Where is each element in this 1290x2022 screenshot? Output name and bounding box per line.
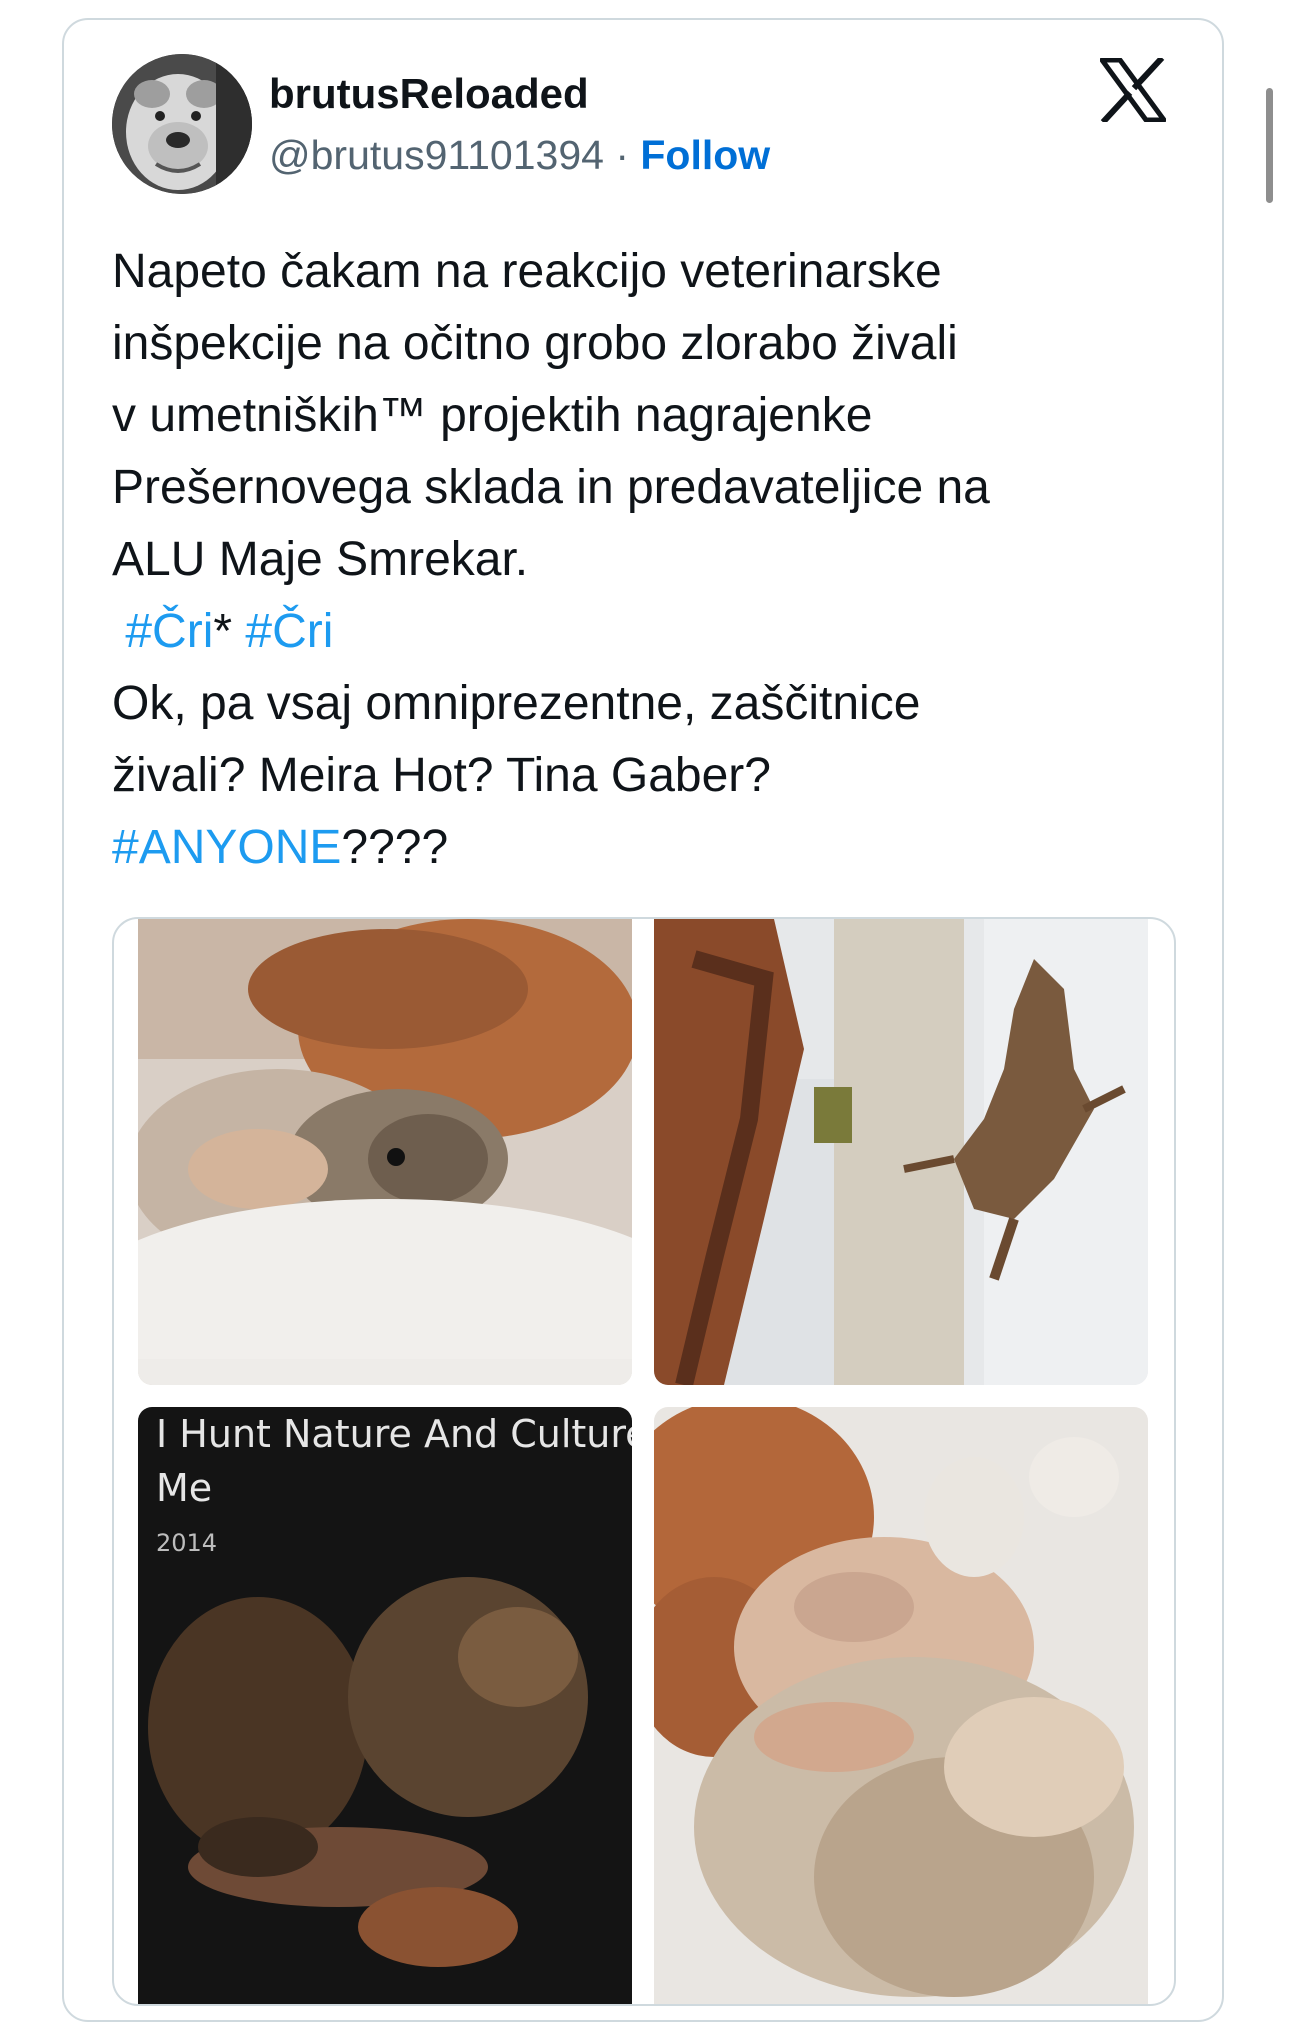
photo-2-image [654, 919, 1148, 1385]
photo-woman-with-dog-paws[interactable] [654, 1407, 1148, 2004]
hashtag-anyone-line: #ANYONE???? [112, 812, 1192, 884]
user-avatar[interactable] [112, 54, 252, 194]
user-handle-row: @brutus91101394 · Follow [269, 132, 770, 179]
photo-i-hunt-nature-and-culture[interactable]: I Hunt Nature And Culture f Me 2014 [138, 1407, 632, 2004]
tweet-line: ALU Maje Smrekar. [112, 533, 529, 586]
hashtag-cri-2[interactable]: #Čri [245, 605, 333, 658]
tweet-line: Prešernovega sklada in predavateljice na [112, 461, 990, 514]
photo-4-image [654, 1407, 1148, 2004]
tweet-line: inšpekcije na očitno grobo zlorabo žival… [112, 317, 958, 370]
photo-3-year: 2014 [156, 1529, 218, 1557]
user-handle[interactable]: @brutus91101394 [269, 132, 604, 178]
scrollbar[interactable] [1266, 88, 1273, 203]
media-grid: I Hunt Nature And Culture f Me 2014 [112, 917, 1176, 2006]
x-logo-icon[interactable] [1099, 55, 1167, 125]
hashtag-anyone-suffix: ???? [341, 821, 449, 874]
hashtag-anyone[interactable]: #ANYONE [112, 821, 341, 874]
hashtag-separator: * [213, 605, 246, 658]
photo-woman-cuddling-dog[interactable] [138, 919, 632, 1385]
photo-3-title: I Hunt Nature And Culture f Me [156, 1407, 632, 1515]
photo-3-title-line2: Me [156, 1466, 213, 1510]
hashtag-cri-1[interactable]: #Čri [125, 605, 213, 658]
tweet-line: živali? Meira Hot? Tina Gaber? [112, 749, 771, 802]
tweet-line: v umetniških™ projektih nagrajenke [112, 389, 873, 442]
hashtag-line: #Čri* #Čri [112, 596, 1192, 668]
photo-dog-jumping[interactable] [654, 919, 1148, 1385]
user-display-name[interactable]: brutusReloaded [269, 70, 589, 118]
bulldog-avatar-image [112, 54, 252, 194]
photo-3-title-line1: I Hunt Nature And Culture f [156, 1412, 632, 1456]
follow-button[interactable]: Follow [640, 132, 770, 178]
photo-1-image [138, 919, 632, 1385]
handle-separator: · [603, 132, 641, 178]
tweet-line: Ok, pa vsaj omniprezentne, zaščitnice [112, 677, 921, 730]
tweet-line: Napeto čakam na reakcijo veterinarske [112, 245, 942, 298]
tweet-text: Napeto čakam na reakcijo veterinarske in… [112, 236, 1192, 884]
